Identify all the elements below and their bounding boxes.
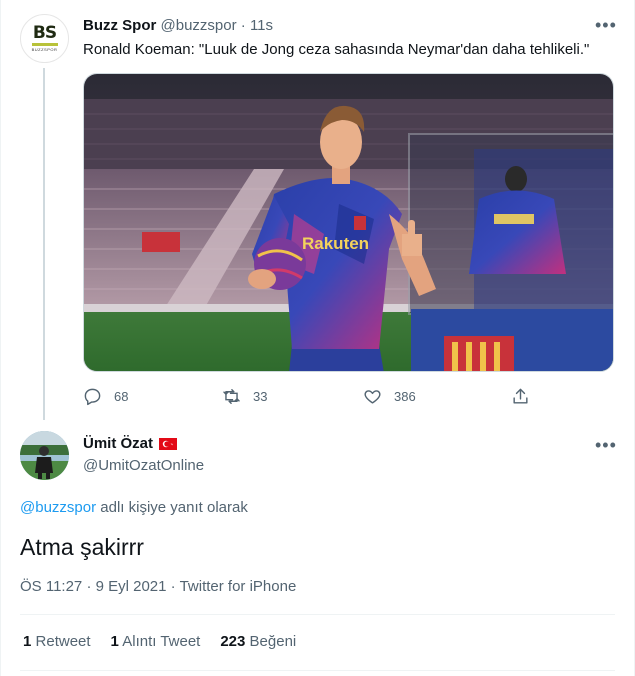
more-icon[interactable]: ••• — [595, 436, 617, 454]
retweet-count: 33 — [253, 388, 268, 404]
share-action[interactable] — [511, 384, 542, 408]
stadium-photo: Rakuten — [84, 74, 613, 371]
reply-count: 68 — [114, 388, 129, 404]
retweets-stat[interactable]: 1 Retweet — [23, 632, 91, 652]
buzzspor-avatar[interactable]: BS BUZZSPOR — [20, 14, 69, 63]
parent-author-name[interactable]: Buzz Spor — [83, 17, 156, 34]
quotes-stat[interactable]: 1 Alıntı Tweet — [111, 632, 201, 652]
separator-dot: · — [86, 578, 96, 595]
replying-to: @buzzspor adlı kişiye yanıt olarak — [20, 498, 248, 518]
tweet-date[interactable]: 9 Eyl 2021 — [96, 578, 167, 595]
tweet-thread: BS BUZZSPOR Buzz Spor @buzzspor · 11s ••… — [0, 0, 635, 676]
likes-stat[interactable]: 223 Beğeni — [220, 632, 296, 652]
reply-suffix: adlı kişiye yanıt olarak — [96, 499, 248, 516]
reply-icon — [84, 388, 101, 405]
parent-tweet-time[interactable]: 11s — [250, 17, 273, 34]
avatar-logo-subtext: BUZZSPOR — [31, 47, 58, 52]
reply-mention-link[interactable]: @buzzspor — [20, 499, 96, 516]
thread-connector-line — [43, 68, 45, 420]
separator-dot: · — [240, 17, 246, 34]
tweet-meta: ÖS 11:27 · 9 Eyl 2021 · Twitter for iPho… — [20, 577, 296, 597]
kit-sponsor-text: Rakuten — [302, 234, 369, 253]
parent-tweet-text: Ronald Koeman: "Luuk de Jong ceza sahası… — [83, 41, 590, 58]
retweet-icon — [223, 388, 240, 404]
parent-author-handle[interactable]: @buzzspor — [161, 17, 237, 34]
avatar-photo — [20, 431, 69, 480]
like-count: 386 — [394, 388, 416, 404]
parent-tweet-actions: 68 33 386 — [83, 384, 533, 408]
tweet-source[interactable]: Twitter for iPhone — [180, 578, 297, 595]
avatar-logo-bar — [31, 43, 58, 46]
retweet-action[interactable]: 33 — [222, 384, 267, 408]
author-handle[interactable]: @UmitOzatOnline — [83, 456, 204, 476]
author-name-row[interactable]: Ümit Özat — [83, 434, 178, 454]
tweet-photo[interactable]: Rakuten — [83, 73, 614, 372]
avatar-logo-text: BS — [32, 23, 57, 43]
more-icon[interactable]: ••• — [595, 16, 617, 34]
tweet-text: Atma şakirrr — [20, 534, 144, 560]
share-icon — [513, 388, 528, 404]
tweet-stats: 1 Retweet 1 Alıntı Tweet 223 Beğeni — [23, 632, 316, 652]
separator-dot: · — [170, 578, 180, 595]
tweet-time[interactable]: ÖS 11:27 — [20, 578, 82, 595]
divider — [20, 670, 615, 671]
parent-tweet[interactable]: BS BUZZSPOR Buzz Spor @buzzspor · 11s ••… — [1, 0, 635, 420]
parent-tweet-header: Buzz Spor @buzzspor · 11s — [83, 16, 273, 36]
reply-action[interactable]: 68 — [83, 384, 128, 408]
umitozat-avatar[interactable] — [20, 431, 69, 480]
like-action[interactable]: 386 — [363, 384, 416, 408]
author-name[interactable]: Ümit Özat — [83, 434, 153, 454]
like-icon — [364, 389, 381, 404]
turkey-flag-icon — [159, 438, 178, 450]
divider — [20, 614, 615, 615]
